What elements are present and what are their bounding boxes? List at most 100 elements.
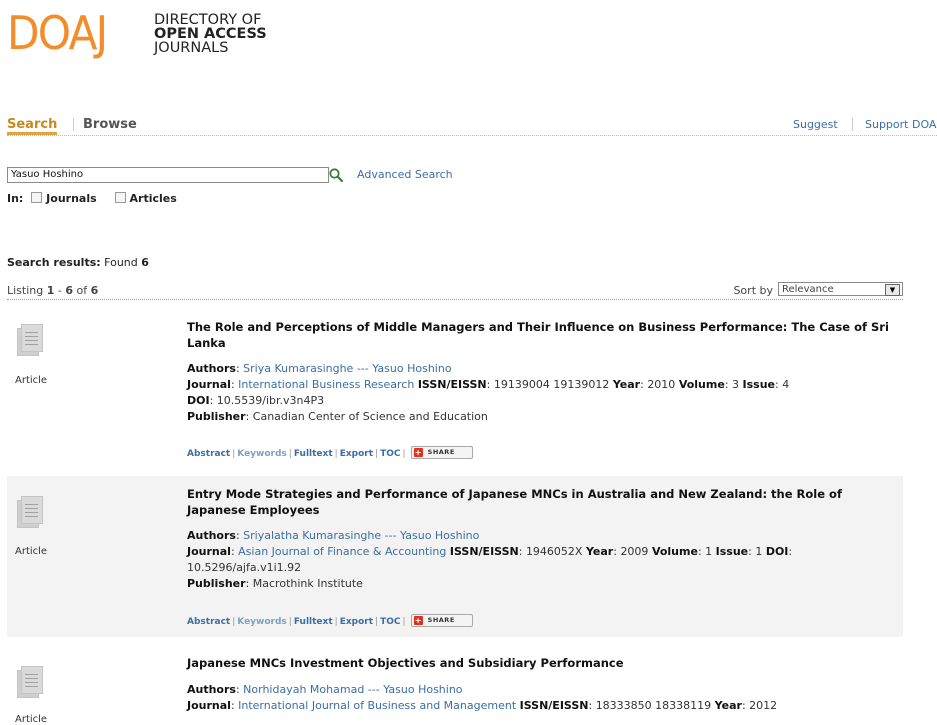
issue-value: 4 (782, 378, 790, 391)
result-title[interactable]: Japanese MNCs Investment Objectives and … (187, 655, 897, 671)
listing-bar: Listing 1 - 6 of 6 Sort by Relevance ▼ (7, 282, 903, 300)
year-label: Year (612, 378, 641, 391)
found-prefix: Found (104, 256, 138, 269)
nav-right-divider (852, 118, 853, 131)
result-item: Article Japanese MNCs Investment Objecti… (7, 648, 903, 725)
issue-label: Issue (715, 545, 749, 558)
year-value: 2012 (749, 699, 778, 712)
journal-link[interactable]: Asian Journal of Finance & Accounting (238, 545, 446, 558)
article-icon (17, 324, 43, 356)
fulltext-link[interactable]: Fulltext (294, 449, 333, 459)
chevron-down-icon[interactable]: ▼ (885, 284, 900, 296)
range-start: 1 (46, 284, 55, 297)
toc-link[interactable]: TOC (380, 617, 400, 627)
journal-link[interactable]: International Journal of Business and Ma… (238, 699, 516, 712)
share-button[interactable]: + SHARE (410, 446, 473, 459)
volume-value: 1 (705, 545, 713, 558)
issn-label: ISSN/EISSN (519, 699, 589, 712)
found-count: 6 (141, 256, 149, 269)
abstract-link[interactable]: Abstract (187, 617, 230, 627)
journal-label: Journal (187, 545, 231, 558)
logo-line-3: JOURNALS (154, 40, 229, 56)
search-input[interactable]: Yasuo Hoshino (7, 167, 329, 183)
results-label: Search results: (7, 256, 101, 269)
result-item: Article Entry Mode Strategies and Perfor… (7, 476, 903, 637)
year-label: Year (714, 699, 742, 712)
publisher-label: Publisher (187, 410, 246, 423)
doi-label: DOI (765, 545, 789, 558)
authors-label: Authors (187, 529, 236, 542)
authors-label: Authors (187, 362, 236, 375)
range-total: 6 (90, 284, 99, 297)
result-type: Article (15, 546, 48, 557)
publisher-value: Macrothink Institute (252, 577, 363, 590)
keywords-link[interactable]: Keywords (237, 617, 287, 627)
year-value: 2010 (647, 378, 676, 391)
plus-icon: + (413, 448, 423, 457)
authors-label: Authors (187, 683, 236, 696)
doi-value: 10.5539/ibr.v3n4P3 (216, 394, 325, 407)
articles-option-label: Articles (129, 192, 177, 205)
result-metadata: Authors: Sriya Kumarasinghe --- Yasuo Ho… (187, 362, 790, 423)
support-link[interactable]: Support DOA (865, 118, 936, 131)
year-label: Year (585, 545, 614, 558)
article-icon (17, 666, 43, 698)
sort-label: Sort by (733, 284, 773, 297)
share-button[interactable]: + SHARE (410, 614, 473, 627)
result-actions: Abstract | Keywords | Fulltext | Export | TOC | +… (187, 446, 473, 459)
tab-search[interactable]: Search (7, 117, 58, 135)
journal-label: Journal (187, 699, 231, 712)
nav-divider (73, 118, 74, 131)
article-icon (17, 496, 43, 528)
result-title[interactable]: The Role and Perceptions of Middle Manag… (187, 319, 897, 351)
abstract-link[interactable]: Abstract (187, 449, 230, 459)
export-link[interactable]: Export (340, 617, 373, 627)
search-icon[interactable] (328, 167, 344, 183)
fulltext-link[interactable]: Fulltext (294, 617, 333, 627)
authors-link[interactable]: Norhidayah Mohamad --- Yasuo Hoshino (243, 683, 462, 696)
of-word: of (76, 284, 88, 297)
volume-label: Volume (651, 545, 698, 558)
publisher-label: Publisher (187, 577, 246, 590)
journals-checkbox[interactable] (31, 192, 43, 203)
result-actions: Abstract | Keywords | Fulltext | Export | TOC | +… (187, 614, 473, 627)
authors-link[interactable]: Sriya Kumarasinghe --- Yasuo Hoshino (243, 362, 451, 375)
doi-label: DOI (187, 394, 210, 407)
tab-browse[interactable]: Browse (83, 117, 137, 132)
articles-checkbox[interactable] (114, 192, 126, 203)
journal-link[interactable]: International Business Research (238, 378, 414, 391)
logo-line-2: OPEN ACCESS (154, 26, 267, 42)
export-link[interactable]: Export (340, 449, 373, 459)
toc-link[interactable]: TOC (380, 449, 400, 459)
logo-text: DIRECTORY OF OPEN ACCESS JOURNALS (154, 12, 267, 56)
doi-value: 10.5296/ajfa.v1i1.92 (187, 561, 302, 574)
issue-label: Issue (742, 378, 775, 391)
issue-value: 1 (755, 545, 763, 558)
journal-label: Journal (187, 378, 231, 391)
share-label: SHARE (427, 616, 455, 624)
plus-icon: + (413, 616, 423, 625)
result-type: Article (15, 375, 48, 386)
result-title[interactable]: Entry Mode Strategies and Performance of… (187, 486, 897, 518)
result-metadata: Authors: Sriyalatha Kumarasinghe --- Yas… (187, 529, 793, 590)
logo-mark: DOAJ (7, 6, 108, 60)
result-metadata: Authors: Norhidayah Mohamad --- Yasuo Ho… (187, 683, 778, 712)
authors-link[interactable]: Sriyalatha Kumarasinghe --- Yasuo Hoshin… (243, 529, 479, 542)
share-label: SHARE (427, 448, 455, 456)
year-value: 2009 (620, 545, 649, 558)
listing-prefix: Listing (7, 284, 44, 297)
sort-select[interactable]: Relevance ▼ (778, 282, 903, 296)
main-nav: Search Browse Suggest Support DOA (7, 117, 937, 136)
advanced-search-link[interactable]: Advanced Search (357, 168, 453, 181)
range-end: 6 (65, 284, 74, 297)
issn-value: 18333850 18338119 (595, 699, 712, 712)
sort-value: Relevance (782, 284, 834, 295)
issn-value: 1946052X (525, 545, 583, 558)
issn-label: ISSN/EISSN (417, 378, 487, 391)
suggest-link[interactable]: Suggest (793, 118, 838, 131)
scope-label: In: (7, 192, 24, 205)
publisher-value: Canadian Center of Science and Education (252, 410, 488, 423)
keywords-link[interactable]: Keywords (237, 449, 287, 459)
logo-line-1: DIRECTORY OF (154, 12, 262, 28)
listing-range: Listing 1 - 6 of 6 (7, 284, 99, 297)
